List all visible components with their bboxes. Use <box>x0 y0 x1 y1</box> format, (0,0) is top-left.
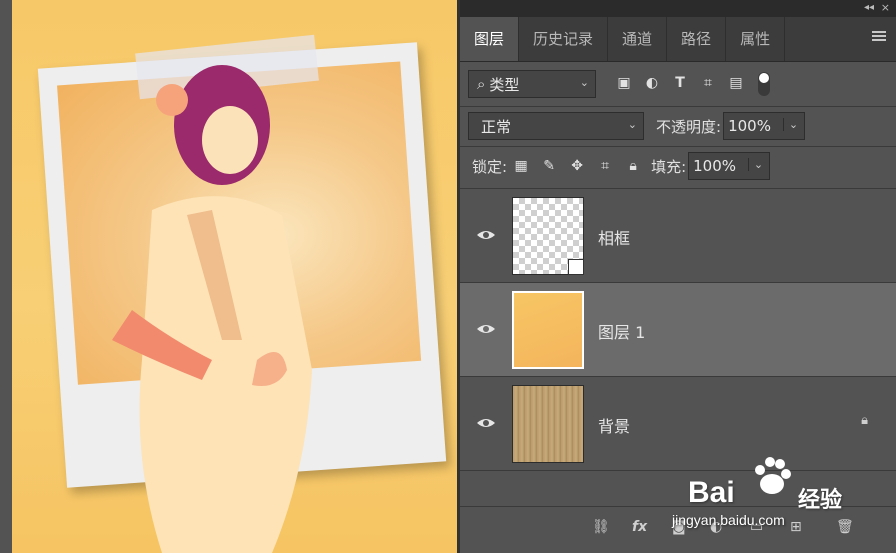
chevron-down-icon: ⌄ <box>627 118 637 131</box>
lock-icon: 🔒︎ <box>861 413 868 428</box>
filter-type-label: 类型 <box>489 75 520 94</box>
chevron-down-icon: ⌄ <box>579 76 589 89</box>
collapse-panels-icon[interactable]: ◂◂ <box>864 2 874 13</box>
close-panel-icon[interactable]: × <box>881 1 890 14</box>
tab-channels[interactable]: 通道 <box>608 17 668 61</box>
lock-artboard-icon[interactable]: ⌗ <box>594 155 616 177</box>
search-icon: ⌕ <box>477 75 486 93</box>
tab-history[interactable]: 历史记录 <box>519 17 609 61</box>
tab-properties[interactable]: 属性 <box>726 17 786 61</box>
adjustment-icon[interactable]: ◐ <box>710 519 722 535</box>
mask-icon[interactable]: ◙ <box>672 519 686 535</box>
smart-object-filter-icon[interactable]: ▤ <box>725 72 747 94</box>
lock-all-icon[interactable]: 🔒︎ <box>622 155 644 177</box>
smart-object-badge-icon <box>568 259 584 275</box>
chevron-down-icon: ⌄ <box>782 118 798 131</box>
filter-type-select[interactable]: ⌕ 类型 ⌄ <box>468 70 596 98</box>
blend-mode-value: 正常 <box>481 117 512 136</box>
image-filter-icon[interactable]: ▣ <box>613 72 635 94</box>
panel-tabs: 图层 历史记录 通道 路径 属性 <box>460 17 896 62</box>
opacity-label: 不透明度: <box>656 117 722 136</box>
layer-row[interactable]: 图层 1 <box>460 283 896 377</box>
fill-value: 100% <box>693 157 737 175</box>
tab-layers[interactable]: 图层 <box>460 17 520 61</box>
lock-label: 锁定: <box>472 157 508 176</box>
opacity-input[interactable]: 100% ⌄ <box>723 112 806 140</box>
filter-toggle-icon[interactable] <box>758 72 770 96</box>
fx-icon[interactable]: fx <box>632 519 647 535</box>
woman-figure <box>112 65 312 553</box>
eye-icon[interactable] <box>476 323 496 335</box>
fill-label: 填充: <box>651 157 687 176</box>
layer-name[interactable]: 图层 1 <box>598 319 645 343</box>
layer-name[interactable]: 相框 <box>598 225 630 249</box>
layer-name[interactable]: 背景 <box>598 413 630 437</box>
new-layer-icon[interactable]: ⊞ <box>790 519 802 535</box>
chevron-down-icon: ⌄ <box>747 158 763 171</box>
type-filter-icon[interactable]: T <box>669 72 691 94</box>
blend-mode-select[interactable]: 正常 ⌄ <box>468 112 644 140</box>
shape-filter-icon[interactable]: ⌗ <box>697 72 719 94</box>
tab-paths[interactable]: 路径 <box>667 17 727 61</box>
lock-position-icon[interactable]: ✥ <box>566 155 588 177</box>
group-icon[interactable]: ▭ <box>750 519 763 535</box>
layers-panel: ◂◂ × 图层 历史记录 通道 路径 属性 ⌕ 类型 ⌄ ▣ ◐ T ⌗ ▤ 正 <box>457 0 896 553</box>
adjustment-filter-icon[interactable]: ◐ <box>641 72 663 94</box>
document-canvas[interactable] <box>0 0 457 553</box>
trash-icon[interactable]: 🗑︎ <box>836 519 854 535</box>
eye-icon[interactable] <box>476 417 496 429</box>
panel-top-strip: ◂◂ × <box>460 0 896 17</box>
layer-row[interactable]: 背景 🔒︎ <box>460 377 896 471</box>
layers-list: 相框 图层 1 背景 🔒︎ <box>460 188 896 507</box>
layer-thumbnail <box>512 291 584 369</box>
layer-thumbnail <box>512 385 584 463</box>
panel-menu-icon[interactable] <box>872 29 886 43</box>
panel-bottom-bar: ⛓ fx ◙ ◐ ▭ ⊞ 🗑︎ <box>460 506 896 553</box>
photo-image <box>12 0 457 553</box>
lock-transparent-pixels-icon[interactable]: ▦ <box>510 155 532 177</box>
layer-row[interactable]: 相框 <box>460 189 896 283</box>
opacity-value: 100% <box>728 117 771 135</box>
fill-input[interactable]: 100% ⌄ <box>688 152 771 180</box>
eye-icon[interactable] <box>476 229 496 241</box>
link-icon[interactable]: ⛓ <box>592 519 610 535</box>
lock-image-pixels-icon[interactable]: ✎ <box>538 155 560 177</box>
